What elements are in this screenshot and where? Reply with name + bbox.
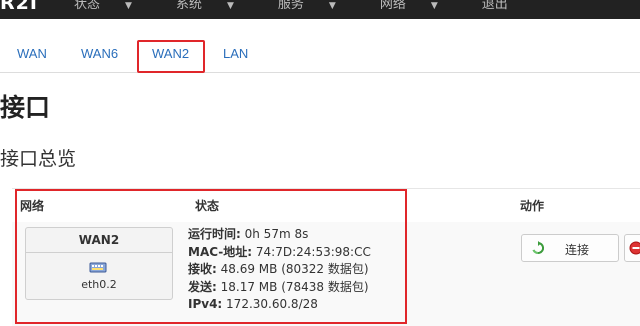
column-actions: 动作	[520, 199, 545, 213]
connect-button[interactable]: 连接	[521, 234, 619, 262]
tab-wan[interactable]: WAN	[17, 46, 47, 61]
menu-system-label: 系统	[175, 0, 202, 12]
menu-logout-label: 退出	[481, 0, 508, 12]
connect-button-label: 连接	[565, 243, 590, 257]
active-tab-highlight	[137, 40, 205, 73]
menu-services[interactable]: 服务 ▼	[256, 0, 358, 12]
menu-network-label: 网络	[379, 0, 406, 12]
menu-status-label: 状态	[74, 0, 101, 12]
menu-services-label: 服务	[277, 0, 304, 12]
chevron-down-icon: ▼	[226, 1, 234, 11]
brand-logo[interactable]: R2I	[0, 0, 38, 14]
status-highlight	[15, 189, 407, 324]
chevron-down-icon: ▼	[125, 1, 132, 11]
menu-logout[interactable]: 退出	[460, 0, 530, 12]
top-navbar: R2I 状态 ▼ 系统 ▼ 服务 ▼ 网络 ▼ 退出	[0, 0, 640, 19]
stop-button[interactable]	[624, 234, 640, 262]
stop-icon	[629, 241, 640, 255]
tab-wan6[interactable]: WAN6	[81, 46, 118, 61]
chevron-down-icon: ▼	[430, 1, 438, 11]
section-title: 接口总览	[0, 148, 77, 170]
chevron-down-icon: ▼	[328, 1, 336, 11]
page-title: 接口	[0, 93, 51, 122]
menu-system[interactable]: 系统 ▼	[154, 0, 256, 12]
reload-icon	[532, 241, 545, 254]
tab-lan[interactable]: LAN	[223, 46, 248, 61]
menu-status[interactable]: 状态 ▼	[52, 0, 154, 12]
main-menu: 状态 ▼ 系统 ▼ 服务 ▼ 网络 ▼ 退出	[52, 0, 530, 12]
menu-network[interactable]: 网络 ▼	[358, 0, 460, 12]
interface-tabs: WAN WAN6 WAN2 LAN	[0, 34, 640, 73]
